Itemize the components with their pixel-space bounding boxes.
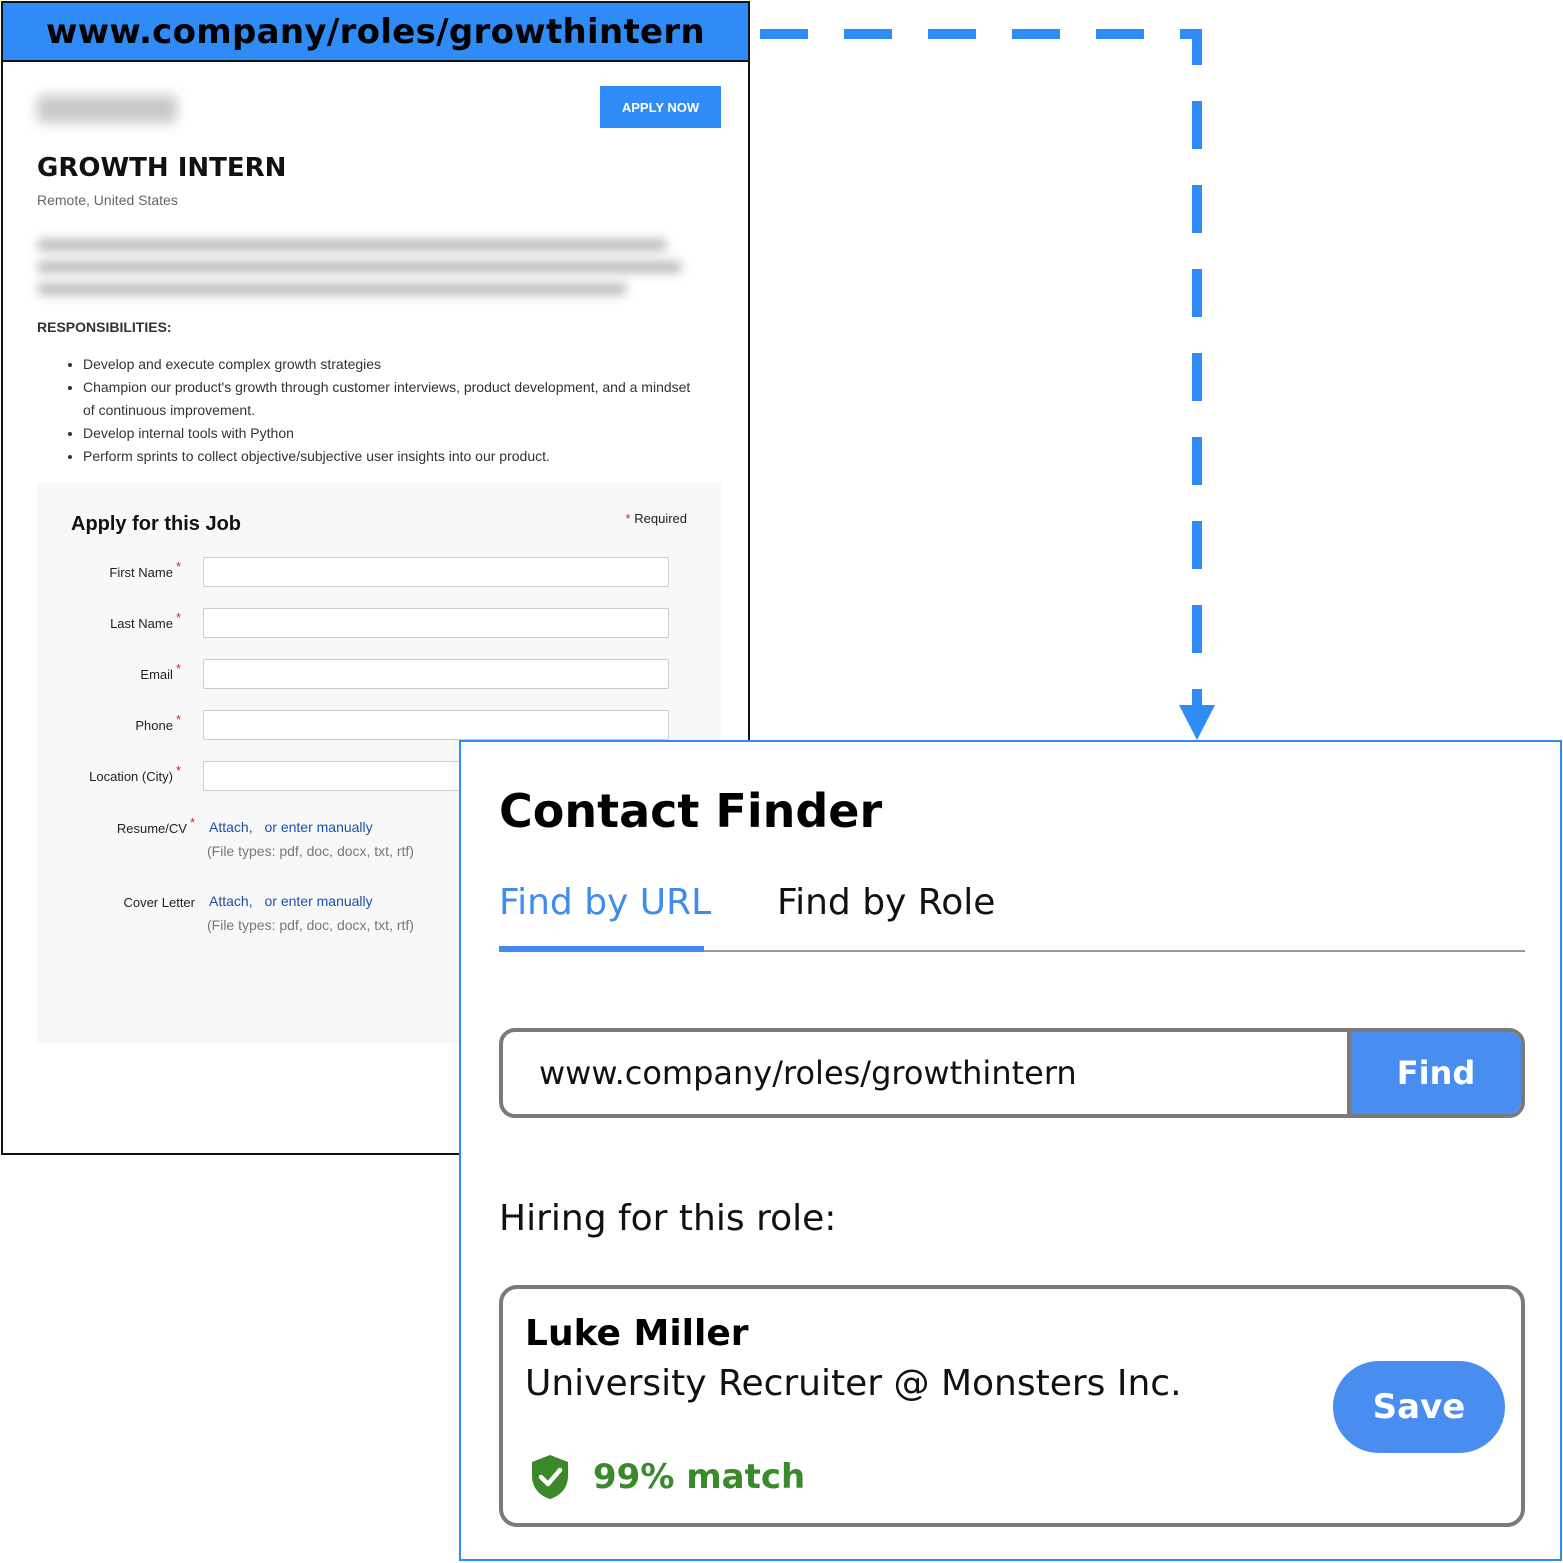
phone-row: Phone * (37, 710, 721, 742)
find-button[interactable]: Find (1347, 1032, 1521, 1114)
company-logo-blurred (37, 95, 177, 123)
last-name-label: Last Name * (110, 610, 181, 631)
contact-finder-title: Contact Finder (499, 784, 883, 838)
shield-check-icon (532, 1455, 568, 1499)
phone-label: Phone * (135, 712, 181, 733)
active-tab-indicator (499, 946, 704, 952)
apply-form-heading: Apply for this Job (71, 513, 241, 535)
first-name-label: First Name * (109, 559, 181, 580)
cover-letter-attach-link[interactable]: Attach, (209, 893, 253, 909)
cover-letter-links: Attach, or enter manually (209, 893, 381, 909)
email-label: Email * (140, 661, 181, 682)
list-item: Champion our product's growth through cu… (83, 376, 697, 422)
url-search-bar: Find (499, 1028, 1525, 1118)
arrowhead-icon (1179, 705, 1215, 740)
tab-find-by-role[interactable]: Find by Role (777, 882, 995, 923)
save-contact-button[interactable]: Save (1333, 1361, 1505, 1453)
first-name-row: First Name * (37, 557, 721, 589)
phone-field[interactable] (203, 710, 669, 740)
contact-card: Luke Miller University Recruiter @ Monst… (499, 1285, 1525, 1527)
resume-manual-link[interactable]: or enter manually (264, 819, 372, 835)
list-item: Perform sprints to collect objective/sub… (83, 445, 697, 468)
required-note: * Required (626, 511, 687, 526)
job-location: Remote, United States (37, 192, 178, 208)
last-name-field[interactable] (203, 608, 669, 638)
resume-label: Resume/CV * (116, 815, 195, 836)
resume-file-types: (File types: pdf, doc, docx, txt, rtf) (207, 843, 414, 859)
email-row: Email * (37, 659, 721, 691)
description-blurred-line (37, 283, 627, 295)
url-input[interactable] (503, 1032, 1353, 1114)
tab-find-by-url[interactable]: Find by URL (499, 882, 711, 923)
url-banner: www.company/roles/growthintern (3, 3, 748, 62)
resume-attach-link[interactable]: Attach, (209, 819, 253, 835)
apply-now-button[interactable]: APPLY NOW (600, 86, 721, 128)
contact-role: University Recruiter @ Monsters Inc. (525, 1363, 1182, 1404)
list-item: Develop internal tools with Python (83, 422, 697, 445)
contact-name: Luke Miller (525, 1313, 749, 1354)
email-field[interactable] (203, 659, 669, 689)
hiring-label: Hiring for this role: (499, 1198, 837, 1239)
dashed-connector-line (760, 29, 1202, 705)
contact-finder-panel: Contact Finder Find by URL Find by Role … (459, 740, 1562, 1561)
match-score: 99% match (593, 1457, 806, 1497)
description-blurred-line (37, 261, 682, 273)
responsibilities-heading: RESPONSIBILITIES: (37, 319, 172, 335)
first-name-field[interactable] (203, 557, 669, 587)
cover-letter-manual-link[interactable]: or enter manually (264, 893, 372, 909)
location-label: Location (City) * (89, 763, 181, 784)
responsibilities-list: Develop and execute complex growth strat… (37, 353, 697, 468)
required-note-label: Required (634, 511, 687, 526)
resume-links: Attach, or enter manually (209, 819, 381, 835)
list-item: Develop and execute complex growth strat… (83, 353, 697, 376)
match-indicator: 99% match (529, 1453, 805, 1501)
last-name-row: Last Name * (37, 608, 721, 640)
description-blurred-line (37, 239, 667, 251)
job-url: www.company/roles/growthintern (46, 11, 705, 52)
job-title: GROWTH INTERN (37, 153, 287, 183)
cover-letter-label: Cover Letter (123, 895, 195, 910)
cover-letter-file-types: (File types: pdf, doc, docx, txt, rtf) (207, 917, 414, 933)
required-star: * (625, 511, 631, 526)
